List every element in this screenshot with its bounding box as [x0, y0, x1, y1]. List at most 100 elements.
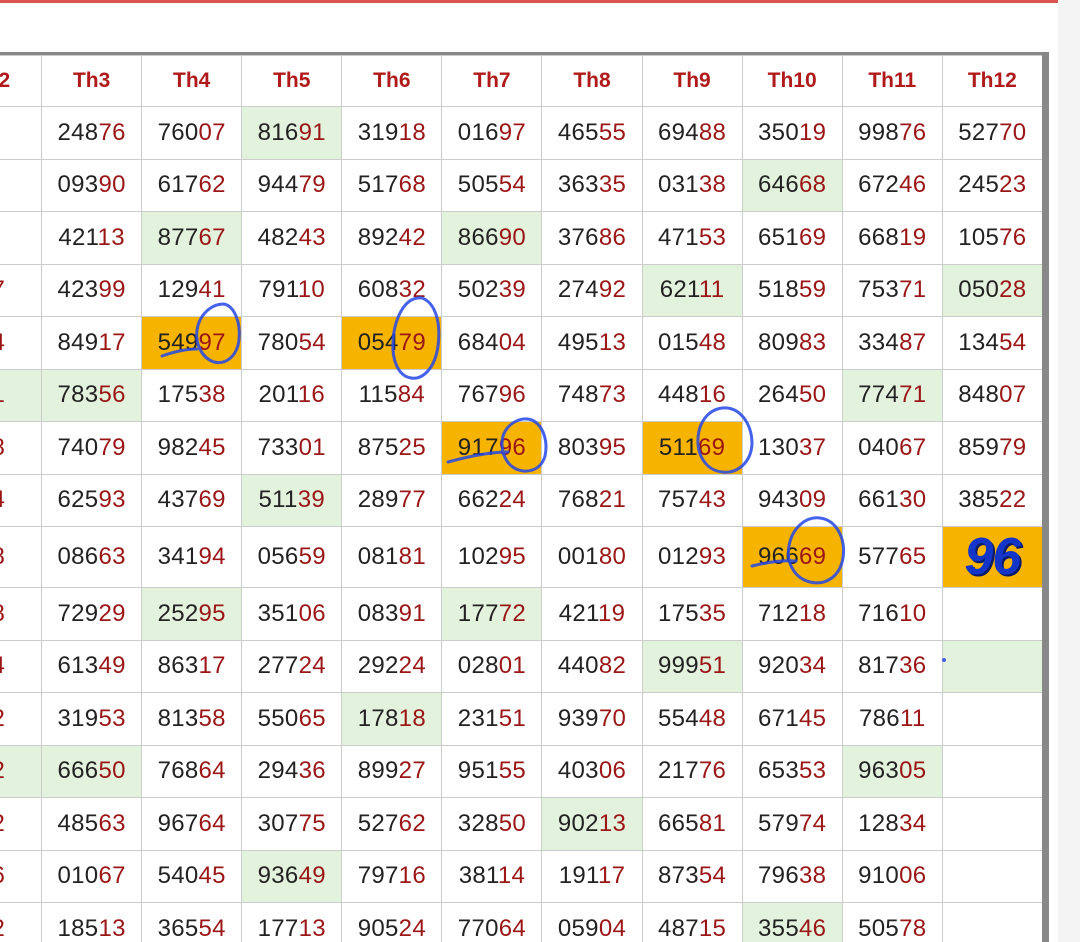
table-cell: 31918	[341, 106, 443, 160]
table-cell: 76864	[141, 744, 243, 798]
cell-number-tail: 10	[297, 276, 325, 304]
cell-number-tail: 78	[899, 914, 927, 942]
cell-number-head: 783	[57, 381, 99, 409]
cell-number-tail: 50	[798, 381, 827, 409]
cell-number-head: 217	[657, 757, 699, 785]
cell-number-tail: 97	[198, 328, 226, 356]
table-cell: 13037	[741, 421, 843, 475]
cell-number-tail: 13	[98, 914, 126, 942]
cell-number-head: 951	[457, 757, 499, 785]
table-cell: 34	[0, 473, 43, 527]
cell-number-head: 191	[558, 862, 598, 890]
cell-number-head: 081	[357, 543, 399, 570]
cell-number-head: 056	[257, 543, 299, 570]
cell-number-tail: 19	[899, 223, 927, 251]
cell-number-tail: 30	[899, 486, 927, 514]
cell-number-head: 365	[157, 914, 199, 942]
table-cell: 85979	[941, 421, 1042, 475]
table-cell: 58	[0, 421, 43, 475]
cell-number-head: 134	[958, 328, 1000, 356]
cell-number-tail: 82	[598, 652, 627, 680]
cell-number-head: 866	[457, 223, 499, 251]
cell-number-head: 780	[257, 328, 299, 356]
cell-number-tail: 72	[0, 705, 5, 732]
table-row: 6248563967643077552762328509021366581579…	[0, 797, 1042, 851]
cell-number-tail: 74	[798, 809, 827, 837]
cell-number-head: 010	[57, 862, 99, 890]
table-cell: 44082	[541, 639, 643, 693]
table-row: ft09390617629447951768505543633503138646…	[0, 158, 1042, 212]
cell-number-head: 177	[457, 599, 499, 627]
table-cell: 66130	[841, 473, 943, 527]
table-cell: 17713	[241, 902, 343, 942]
table-cell: 29436	[241, 744, 343, 798]
cell-number-tail: 45	[198, 433, 226, 461]
cell-number-head: 873	[657, 862, 699, 890]
cell-number-head: 363	[557, 171, 599, 199]
cell-number-tail: 38	[798, 862, 827, 890]
cell-number-tail: 49	[298, 862, 326, 890]
cell-number-head: 786	[859, 704, 900, 732]
table-cell: 04067	[841, 421, 943, 475]
cell-number-head: 863	[157, 652, 199, 680]
cell-number-tail: 13	[298, 914, 326, 942]
cell-number-tail: 88	[698, 118, 727, 146]
cell-number-head: 998	[858, 118, 900, 146]
table-cell: 52762	[341, 797, 443, 851]
cell-number-tail: 41	[198, 276, 226, 304]
cell-number-head: 471	[657, 223, 699, 251]
cell-number-tail: 54	[498, 171, 527, 199]
table-cell: 96669	[741, 526, 843, 588]
table-cell: 10295	[441, 526, 543, 588]
cell-number-tail: 84	[397, 381, 426, 409]
cell-number-tail: 17	[98, 328, 126, 356]
cell-number-head: 059	[557, 914, 599, 942]
cell-number-head: 694	[657, 118, 699, 146]
cell-number-tail: 16	[698, 381, 727, 409]
cell-number-head: 982	[157, 433, 199, 461]
table-cell: 50239	[441, 263, 543, 317]
cell-number-head: 307	[257, 809, 299, 837]
table-cell: ft	[0, 211, 43, 265]
cell-number-head: 277	[257, 652, 299, 680]
cell-number-head: 292	[357, 652, 399, 680]
cell-number-tail: 35	[698, 599, 727, 627]
cell-number-head: 040	[858, 433, 900, 461]
table-cell: 05028	[941, 263, 1042, 317]
cell-number-tail: 71	[899, 381, 927, 409]
cell-number-head: 175	[657, 599, 699, 627]
cell-number-head: 791	[258, 276, 298, 304]
table-cell: 66819	[841, 211, 943, 265]
cell-number-head: 505	[858, 914, 900, 942]
table-cell: 80983	[741, 316, 843, 370]
cell-number-tail: 92	[598, 276, 627, 304]
table-cell: 66224	[441, 473, 543, 527]
results-table-container[interactable]: Th2Th3Th4Th5Th6Th7Th8Th9Th10Th11Th12 ft2…	[0, 52, 1049, 942]
cell-number-tail: 27	[398, 757, 426, 785]
table-cell: 79110	[241, 263, 343, 317]
cell-number-head: 796	[758, 862, 799, 890]
cell-number-tail: 37	[798, 433, 827, 461]
cell-number-tail: 13	[97, 223, 125, 251]
table-cell: 74873	[541, 368, 643, 422]
cell-number-tail: 76	[899, 118, 927, 146]
cell-number-head: 385	[958, 486, 1000, 514]
table-cell: 71218	[741, 587, 843, 641]
table-cell: 51139	[241, 473, 343, 527]
cell-number-tail: 53	[698, 223, 727, 251]
table-cell: 68404	[441, 316, 543, 370]
cell-number-tail: 39	[297, 486, 325, 514]
cell-number-tail: 54	[298, 328, 326, 356]
cell-number-head: 849	[57, 328, 99, 356]
cell-number-head: 768	[157, 757, 199, 785]
table-cell: 57765	[841, 526, 943, 588]
cell-number-tail: 63	[98, 809, 126, 837]
table-row: 6218513365541771390524770640590448715355…	[0, 902, 1042, 942]
table-cell: 95155	[441, 744, 543, 798]
table-cell: 42399	[41, 263, 143, 317]
table-cell: 86690	[441, 211, 543, 265]
cell-number-tail: 49	[98, 652, 126, 680]
table-cell: 33487	[841, 316, 943, 370]
table-cell: 36554	[141, 902, 243, 942]
cell-number-tail: 06	[298, 599, 326, 627]
